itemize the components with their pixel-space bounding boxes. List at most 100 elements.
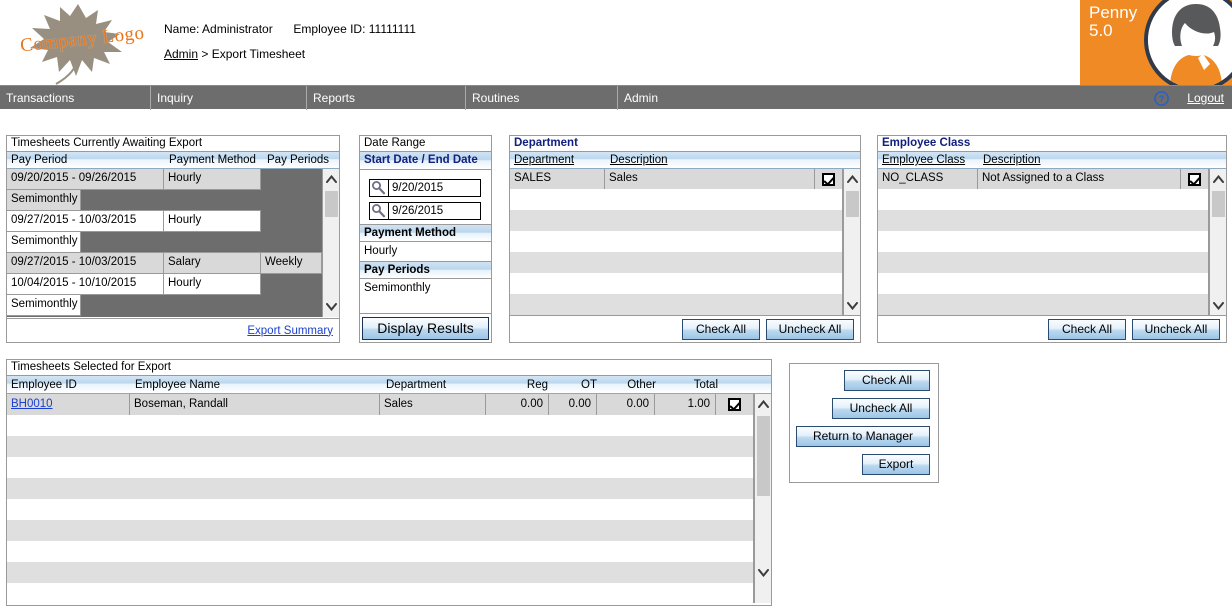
cell-ot: 0.00 [548, 394, 597, 416]
column-header-employee-id[interactable]: Employee ID [7, 379, 131, 391]
table-row[interactable]: 10/04/2015 - 10/10/2015 Hourly [7, 274, 322, 295]
column-header-description[interactable]: Description [610, 154, 668, 166]
table-row[interactable]: Semimonthly [7, 190, 322, 211]
cell-department-checkbox[interactable] [814, 169, 843, 190]
employee-class-check-all-button[interactable]: Check All [1048, 319, 1126, 340]
export-button[interactable]: Export [862, 454, 930, 475]
scroll-down-icon[interactable] [323, 299, 339, 315]
column-header-other[interactable]: Other [602, 379, 661, 391]
table-row[interactable]: 09/27/2015 - 10/03/2015 Hourly [7, 211, 322, 232]
table-row[interactable] [7, 521, 754, 542]
table-row[interactable] [7, 542, 754, 563]
scroll-up-icon[interactable] [323, 171, 339, 187]
question-mark-circle-icon[interactable]: ? [1154, 91, 1169, 106]
checkbox-checked-icon[interactable] [1188, 173, 1201, 186]
column-header-department[interactable]: Department [514, 154, 574, 166]
cell-pay-period: 09/20/2015 - 09/26/2015 [7, 169, 164, 190]
column-header-pay-periods[interactable]: Pay Periods [263, 154, 339, 166]
table-row[interactable] [878, 232, 1209, 253]
table-row[interactable]: BH0010 Boseman, Randall Sales 0.00 0.00 … [7, 394, 754, 416]
awaiting-panel-title: Timesheets Currently Awaiting Export [7, 136, 339, 152]
cell-pay-period-span: Semimonthly [7, 189, 81, 211]
column-header-total[interactable]: Total [661, 379, 723, 391]
column-header-employee-name[interactable]: Employee Name [131, 379, 382, 391]
checkbox-checked-icon[interactable] [728, 398, 741, 411]
employee-class-uncheck-all-button[interactable]: Uncheck All [1132, 319, 1220, 340]
table-row[interactable] [7, 437, 754, 458]
column-header-department[interactable]: Department [382, 379, 489, 391]
cell-employee-class-checkbox[interactable] [1180, 169, 1209, 190]
awaiting-panel-footer: Export Summary [7, 318, 339, 342]
table-row[interactable] [878, 211, 1209, 232]
nav-item-reports[interactable]: Reports [306, 86, 465, 110]
table-row[interactable] [878, 190, 1209, 211]
uncheck-all-button[interactable]: Uncheck All [832, 398, 930, 419]
table-row[interactable] [7, 584, 754, 603]
export-summary-link[interactable]: Export Summary [247, 325, 333, 337]
column-header-reg[interactable]: Reg [489, 379, 553, 391]
column-header-employee-class[interactable]: Employee Class [882, 154, 965, 166]
table-row[interactable]: SALES Sales [510, 169, 843, 190]
table-row[interactable] [510, 295, 843, 316]
display-results-button[interactable]: Display Results [362, 317, 488, 340]
table-row[interactable] [7, 416, 754, 437]
table-row[interactable] [878, 295, 1209, 316]
department-uncheck-all-button[interactable]: Uncheck All [766, 319, 854, 340]
table-row[interactable]: Semimonthly [7, 295, 322, 316]
table-row[interactable] [510, 274, 843, 295]
breadcrumb-admin-link[interactable]: Admin [164, 47, 198, 61]
table-row[interactable] [7, 500, 754, 521]
table-row[interactable] [7, 458, 754, 479]
magnifier-icon[interactable] [370, 203, 388, 219]
logout-link[interactable]: Logout [1187, 91, 1224, 105]
scroll-down-icon[interactable] [844, 298, 860, 314]
start-date-field[interactable]: 9/20/2015 [369, 179, 481, 197]
scroll-thumb[interactable] [846, 191, 859, 217]
cell-employee-id[interactable]: BH0010 [7, 394, 130, 416]
magnifier-icon[interactable] [370, 180, 388, 196]
cell-department-code: SALES [510, 169, 605, 190]
scroll-thumb[interactable] [325, 191, 338, 217]
awaiting-scrollbar[interactable] [322, 169, 339, 317]
column-header-description[interactable]: Description [983, 154, 1041, 166]
department-scrollbar[interactable] [843, 169, 860, 316]
nav-item-routines[interactable]: Routines [465, 86, 617, 110]
table-row[interactable] [510, 190, 843, 211]
scroll-up-icon[interactable] [755, 396, 771, 412]
scroll-down-icon[interactable] [1210, 298, 1226, 314]
table-row[interactable] [878, 253, 1209, 274]
table-row[interactable] [510, 253, 843, 274]
table-row[interactable]: NO_CLASS Not Assigned to a Class [878, 169, 1209, 190]
selected-scrollbar[interactable] [754, 394, 771, 603]
scroll-up-icon[interactable] [844, 171, 860, 187]
scroll-thumb[interactable] [1212, 191, 1225, 217]
scroll-up-icon[interactable] [1210, 171, 1226, 187]
nav-item-admin[interactable]: Admin [617, 86, 767, 110]
department-check-all-button[interactable]: Check All [682, 319, 760, 340]
table-row[interactable] [7, 563, 754, 584]
table-row[interactable]: Semimonthly [7, 232, 322, 253]
end-date-field[interactable]: 9/26/2015 [369, 202, 481, 220]
table-row[interactable] [510, 232, 843, 253]
department-panel-title: Department [510, 136, 860, 152]
employee-id-link[interactable]: BH0010 [11, 398, 53, 410]
cell-select-checkbox[interactable] [715, 394, 754, 416]
table-row[interactable] [7, 479, 754, 500]
column-header-payment-method[interactable]: Payment Method [165, 154, 263, 166]
scroll-thumb[interactable] [757, 416, 770, 496]
table-row[interactable] [878, 274, 1209, 295]
return-to-manager-button[interactable]: Return to Manager [796, 426, 930, 447]
column-header-ot[interactable]: OT [553, 379, 602, 391]
scroll-down-icon[interactable] [755, 565, 771, 581]
nav-item-transactions[interactable]: Transactions [0, 86, 150, 110]
cell-pay-period: 10/04/2015 - 10/10/2015 [7, 273, 164, 295]
nav-item-inquiry[interactable]: Inquiry [150, 86, 306, 110]
checkbox-checked-icon[interactable] [822, 173, 835, 186]
table-row[interactable] [510, 211, 843, 232]
table-row[interactable]: 09/27/2015 - 10/03/2015 Salary Weekly [7, 253, 322, 274]
employee-class-scrollbar[interactable] [1209, 169, 1226, 316]
column-header-pay-period[interactable]: Pay Period [7, 154, 165, 166]
cell-pay-periods [260, 169, 322, 190]
check-all-button[interactable]: Check All [844, 370, 930, 391]
table-row[interactable]: 09/20/2015 - 09/26/2015 Hourly [7, 169, 322, 190]
